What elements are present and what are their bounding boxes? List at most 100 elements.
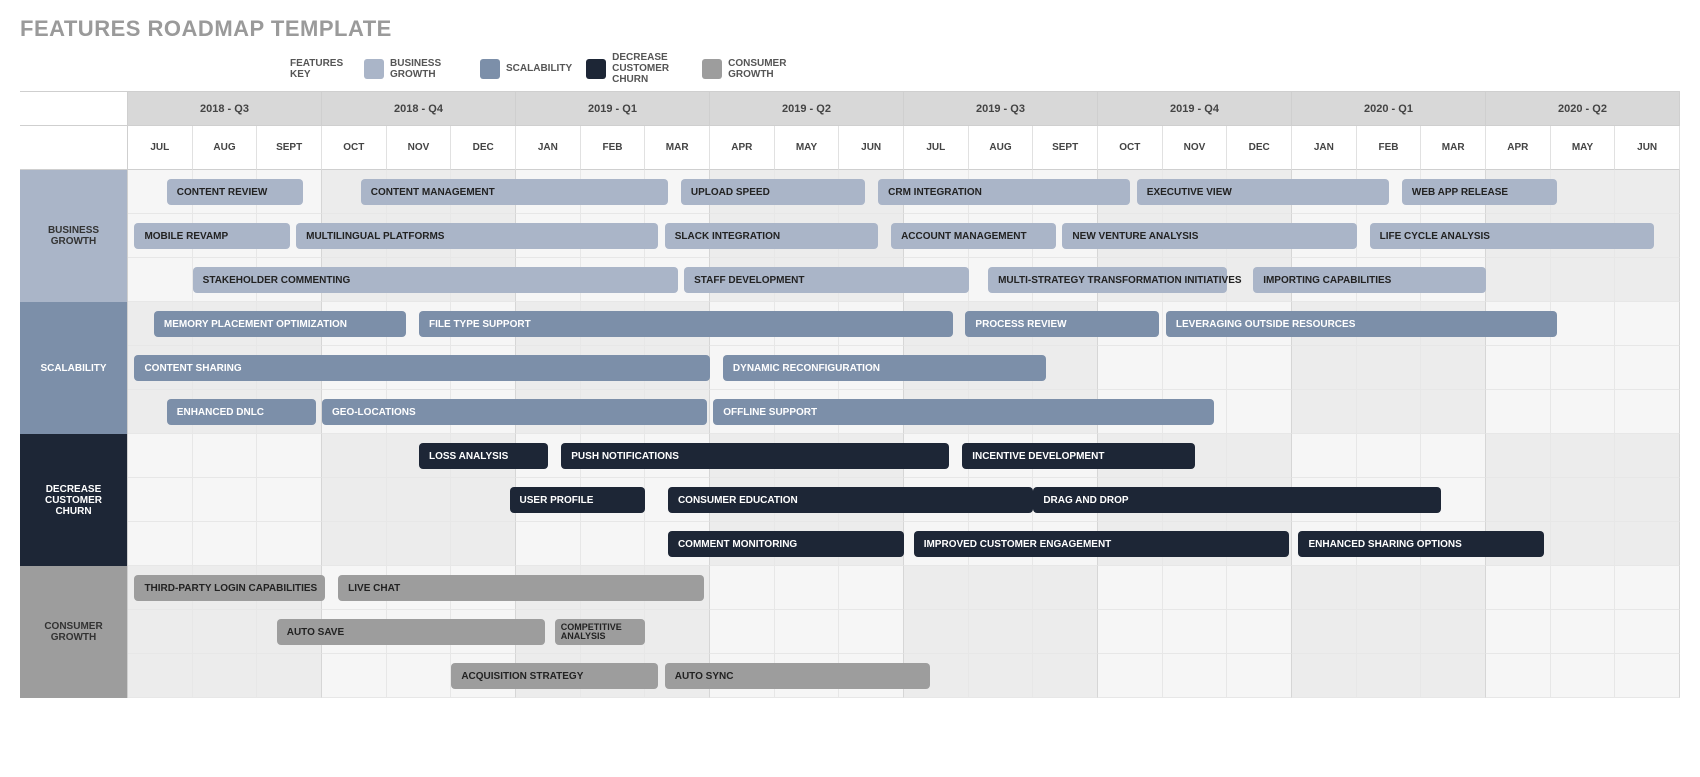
grid-cell xyxy=(1421,390,1486,434)
grid-cell xyxy=(1615,434,1680,478)
month-header: MAR xyxy=(645,126,710,170)
month-header: DEC xyxy=(451,126,516,170)
roadmap-bar[interactable]: ACQUISITION STRATEGY xyxy=(451,663,658,689)
roadmap-bar[interactable]: MOBILE REVAMP xyxy=(134,223,289,249)
grid-cell xyxy=(1357,566,1422,610)
grid-cell xyxy=(1033,566,1098,610)
roadmap-bar[interactable]: STAKEHOLDER COMMENTING xyxy=(193,267,678,293)
roadmap-bar[interactable]: LIVE CHAT xyxy=(338,575,703,601)
quarter-header: 2020 - Q2 xyxy=(1486,92,1680,126)
legend-label: DECREASE CUSTOMER CHURN xyxy=(612,52,688,85)
grid-cell xyxy=(1551,170,1616,214)
grid-cell xyxy=(1292,434,1357,478)
month-header: AUG xyxy=(193,126,258,170)
grid-cell xyxy=(193,610,258,654)
roadmap-bar[interactable]: PROCESS REVIEW xyxy=(965,311,1159,337)
roadmap-bar[interactable]: IMPROVED CUSTOMER ENGAGEMENT xyxy=(914,531,1289,557)
month-header: APR xyxy=(710,126,775,170)
grid-cell xyxy=(128,654,193,698)
roadmap-bar[interactable]: CONTENT REVIEW xyxy=(167,179,303,205)
roadmap-bar[interactable]: CONTENT SHARING xyxy=(134,355,710,381)
grid-cell xyxy=(1098,654,1163,698)
month-header: JAN xyxy=(516,126,581,170)
legend-item-consumer-growth: CONSUMER GROWTH xyxy=(702,58,804,80)
roadmap-bar[interactable]: THIRD-PARTY LOGIN CAPABILITIES xyxy=(134,575,325,601)
grid-cell xyxy=(1421,434,1486,478)
grid-cell xyxy=(710,610,775,654)
month-header: MAY xyxy=(1551,126,1616,170)
roadmap-bar[interactable]: LEVERAGING OUTSIDE RESOURCES xyxy=(1166,311,1557,337)
month-header: APR xyxy=(1486,126,1551,170)
roadmap-bar[interactable]: ENHANCED SHARING OPTIONS xyxy=(1298,531,1544,557)
roadmap-bar[interactable]: CONSUMER EDUCATION xyxy=(668,487,1033,513)
roadmap-bar[interactable]: CONTENT MANAGEMENT xyxy=(361,179,668,205)
roadmap-bar[interactable]: STAFF DEVELOPMENT xyxy=(684,267,969,293)
grid-cell xyxy=(257,654,322,698)
roadmap-bar[interactable]: USER PROFILE xyxy=(510,487,646,513)
roadmap-bar[interactable]: INCENTIVE DEVELOPMENT xyxy=(962,443,1195,469)
grid-cell xyxy=(1357,610,1422,654)
roadmap-bar[interactable]: COMMENT MONITORING xyxy=(668,531,904,557)
roadmap-bar[interactable]: UPLOAD SPEED xyxy=(681,179,865,205)
roadmap-bar[interactable]: AUTO SYNC xyxy=(665,663,930,689)
roadmap-bar[interactable]: ACCOUNT MANAGEMENT xyxy=(891,223,1056,249)
roadmap-bar[interactable]: ENHANCED DNLC xyxy=(167,399,316,425)
roadmap-bar[interactable]: MEMORY PLACEMENT OPTIMIZATION xyxy=(154,311,406,337)
header-gutter xyxy=(20,92,128,126)
roadmap-bar[interactable]: GEO-LOCATIONS xyxy=(322,399,707,425)
roadmap-bar[interactable]: AUTO SAVE xyxy=(277,619,545,645)
grid-cell xyxy=(193,654,258,698)
grid-cell xyxy=(193,522,258,566)
quarter-header: 2019 - Q2 xyxy=(710,92,904,126)
grid-cell xyxy=(1292,346,1357,390)
grid-cell xyxy=(1163,654,1228,698)
grid-cell xyxy=(322,522,387,566)
roadmap-bar[interactable]: IMPORTING CAPABILITIES xyxy=(1253,267,1486,293)
roadmap-bar[interactable]: MULTI-STRATEGY TRANSFORMATION INITIATIVE… xyxy=(988,267,1227,293)
roadmap-bar[interactable]: COMPETITIVE ANALYSIS xyxy=(555,619,646,645)
legend-label: SCALABILITY xyxy=(506,63,572,74)
roadmap-bar[interactable]: OFFLINE SUPPORT xyxy=(713,399,1214,425)
roadmap-bar[interactable]: DYNAMIC RECONFIGURATION xyxy=(723,355,1046,381)
grid-cell xyxy=(451,522,516,566)
month-header: NOV xyxy=(387,126,452,170)
swatch-icon xyxy=(702,59,722,79)
month-header: AUG xyxy=(969,126,1034,170)
roadmap-bar[interactable]: NEW VENTURE ANALYSIS xyxy=(1062,223,1356,249)
roadmap-bar[interactable]: WEB APP RELEASE xyxy=(1402,179,1557,205)
month-header: SEPT xyxy=(1033,126,1098,170)
roadmap-bar[interactable]: EXECUTIVE VIEW xyxy=(1137,179,1389,205)
month-header: JUL xyxy=(128,126,193,170)
swatch-icon xyxy=(364,59,384,79)
grid-cell xyxy=(1551,522,1616,566)
grid-cell xyxy=(322,478,387,522)
month-header: JUL xyxy=(904,126,969,170)
grid-cell xyxy=(1615,610,1680,654)
roadmap-bar[interactable]: MULTILINGUAL PLATFORMS xyxy=(296,223,658,249)
grid-cell xyxy=(1292,610,1357,654)
grid-cell xyxy=(1292,566,1357,610)
roadmap-bar[interactable]: DRAG AND DROP xyxy=(1033,487,1440,513)
lanes-container: BUSINESS GROWTH CONTENT REVIEW CONTENT MAN… xyxy=(20,170,1680,698)
roadmap-bar[interactable]: LIFE CYCLE ANALYSIS xyxy=(1370,223,1655,249)
grid-cell xyxy=(128,478,193,522)
roadmap-bar[interactable]: CRM INTEGRATION xyxy=(878,179,1130,205)
grid-cell xyxy=(387,478,452,522)
roadmap-bar[interactable]: SLACK INTEGRATION xyxy=(665,223,878,249)
grid-cell xyxy=(581,522,646,566)
grid-cell xyxy=(1551,390,1616,434)
month-header: JAN xyxy=(1292,126,1357,170)
roadmap-bar[interactable]: LOSS ANALYSIS xyxy=(419,443,548,469)
grid-cell xyxy=(1098,610,1163,654)
grid-cell xyxy=(1033,610,1098,654)
month-header: DEC xyxy=(1227,126,1292,170)
grid-cell xyxy=(257,434,322,478)
roadmap-bar[interactable]: FILE TYPE SUPPORT xyxy=(419,311,953,337)
roadmap-bar[interactable]: PUSH NOTIFICATIONS xyxy=(561,443,949,469)
grid-cell xyxy=(1486,654,1551,698)
grid-cell xyxy=(1227,346,1292,390)
grid-cell xyxy=(1421,566,1486,610)
grid-cell xyxy=(1486,390,1551,434)
lane-label: BUSINESS GROWTH xyxy=(20,170,128,302)
legend-item-decrease-churn: DECREASE CUSTOMER CHURN xyxy=(586,52,688,85)
